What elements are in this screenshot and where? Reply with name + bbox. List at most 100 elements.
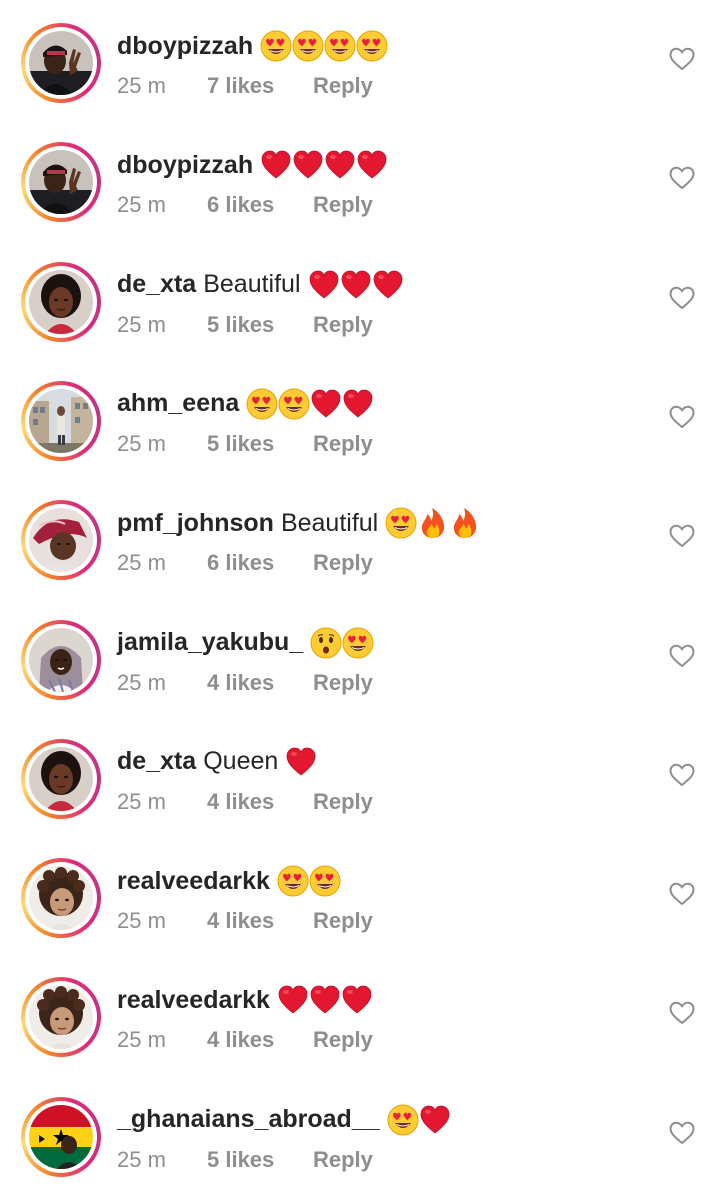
reply-button[interactable]: Reply (313, 192, 373, 218)
likes-count[interactable]: 4 likes (207, 908, 313, 934)
username-link[interactable]: realveedarkk (117, 986, 270, 1015)
avatar[interactable] (21, 977, 101, 1058)
reply-button[interactable]: Reply (313, 312, 373, 338)
comment-text: Beautiful (203, 270, 301, 299)
comment-meta: 25 m 6 likes Reply (117, 189, 373, 221)
likes-count[interactable]: 4 likes (207, 1027, 313, 1053)
avatar-photo (29, 746, 93, 811)
likes-count[interactable]: 7 likes (207, 73, 313, 99)
username-link[interactable]: dboypizzah (117, 151, 253, 180)
heart-eyes-emoji (292, 30, 324, 62)
red-heart-emoji (310, 388, 342, 420)
reply-button[interactable]: Reply (313, 73, 373, 99)
comment-row: realveedarkk 25 m 4 likes Reply (0, 954, 720, 1073)
likes-count[interactable]: 4 likes (207, 789, 313, 815)
comment-time: 25 m (117, 73, 166, 98)
comment-time: 25 m (117, 192, 166, 218)
username-link[interactable]: _ghanaians_abroad__ (117, 1105, 380, 1134)
heart-outline-icon[interactable] (669, 1001, 695, 1025)
avatar-photo (29, 31, 93, 95)
comment-time: 25 m (117, 788, 166, 814)
avatar-ring-gap (25, 1100, 97, 1173)
comment-row: de_xta Queen 25 m 4 likes Reply (0, 716, 720, 835)
comment-meta: 25 m 5 likes Reply (117, 428, 373, 460)
comment-text: Beautiful (280, 508, 379, 537)
comment-time: 25 m (117, 550, 166, 576)
username-link[interactable]: realveedarkk (117, 867, 270, 896)
likes-count[interactable]: 5 likes (207, 1147, 313, 1173)
avatar[interactable] (21, 858, 101, 939)
comment-meta: 25 m 5 likes Reply (117, 309, 373, 341)
likes-count[interactable]: 4 likes (207, 670, 313, 696)
username-link[interactable]: de_xta (117, 270, 196, 299)
reply-button[interactable]: Reply (313, 670, 373, 696)
heart-eyes-emoji (385, 507, 417, 539)
heart-outline-icon[interactable] (669, 524, 695, 548)
avatar-ring-gap (25, 623, 97, 696)
heart-outline-icon[interactable] (669, 882, 695, 906)
username-link[interactable]: pmf_johnson (117, 509, 274, 538)
username-link[interactable]: ahm_eena (117, 389, 239, 418)
comment-row: pmf_johnson Beautiful 25 m 6 likes Reply (0, 477, 720, 596)
comment-row: de_xta Beautiful 25 m 5 likes Reply (0, 239, 720, 358)
heart-outline-icon[interactable] (669, 763, 695, 787)
avatar[interactable] (21, 23, 101, 103)
comment-time: 25 m (117, 669, 166, 695)
likes-count[interactable]: 6 likes (207, 192, 313, 218)
reply-button[interactable]: Reply (313, 789, 373, 815)
comment-body: pmf_johnson Beautiful (117, 505, 481, 541)
avatar-ring-gap (25, 27, 97, 99)
reply-button[interactable]: Reply (313, 550, 373, 576)
avatar-photo (29, 508, 93, 573)
heart-outline-icon[interactable] (669, 1121, 695, 1145)
comment-row: ahm_eena 25 m 5 likes Reply (0, 358, 720, 477)
heart-outline-icon[interactable] (669, 644, 695, 668)
likes-count[interactable]: 6 likes (207, 550, 313, 576)
comment-row: dboypizzah 25 m 7 likes Reply (0, 0, 720, 119)
heart-outline-icon[interactable] (669, 47, 695, 71)
likes-count[interactable]: 5 likes (207, 431, 313, 457)
username-link[interactable]: dboypizzah (117, 32, 253, 61)
avatar[interactable] (21, 619, 101, 700)
comment-emojis (385, 507, 481, 539)
comment-body: de_xta Queen (117, 744, 317, 780)
comment-emojis (260, 30, 388, 62)
heart-outline-icon[interactable] (669, 405, 695, 429)
avatar[interactable] (21, 738, 101, 819)
avatar[interactable] (21, 1096, 101, 1177)
avatar[interactable] (21, 261, 101, 342)
avatar[interactable] (21, 142, 101, 223)
avatar[interactable] (21, 380, 101, 461)
heart-eyes-emoji (277, 865, 309, 897)
comment-row: _ghanaians_abroad__ 25 m 5 likes Reply (0, 1074, 720, 1193)
avatar-photo (29, 985, 93, 1050)
likes-count[interactable]: 5 likes (207, 312, 313, 338)
heart-outline-icon[interactable] (669, 166, 695, 190)
reply-button[interactable]: Reply (313, 908, 373, 934)
username-link[interactable]: jamila_yakubu_ (117, 628, 303, 657)
comment-meta: 25 m 7 likes Reply (117, 70, 373, 102)
username-link[interactable]: de_xta (117, 747, 196, 776)
red-heart-emoji (341, 984, 373, 1016)
reply-button[interactable]: Reply (313, 1027, 373, 1053)
avatar-photo (29, 627, 93, 692)
comment-row: dboypizzah 25 m 6 likes Reply (0, 119, 720, 238)
heart-outline-icon[interactable] (669, 286, 695, 310)
avatar[interactable] (21, 500, 101, 581)
comment-meta: 25 m 4 likes Reply (117, 667, 373, 699)
red-heart-emoji (324, 149, 356, 181)
comment-body: jamila_yakubu_ (117, 625, 374, 661)
comment-time: 25 m (117, 1027, 166, 1053)
reply-button[interactable]: Reply (313, 431, 373, 457)
reply-button[interactable]: Reply (313, 1147, 373, 1173)
comment-emojis (285, 746, 317, 778)
comment-emojis (260, 149, 388, 181)
avatar-ring-gap (25, 384, 97, 457)
red-heart-emoji (372, 269, 404, 301)
avatar-photo (29, 269, 93, 334)
heart-eyes-emoji (278, 388, 310, 420)
fire-emoji (449, 507, 481, 539)
red-heart-emoji (292, 149, 324, 181)
comment-emojis (308, 269, 404, 301)
comment-meta: 25 m 4 likes Reply (117, 786, 373, 818)
